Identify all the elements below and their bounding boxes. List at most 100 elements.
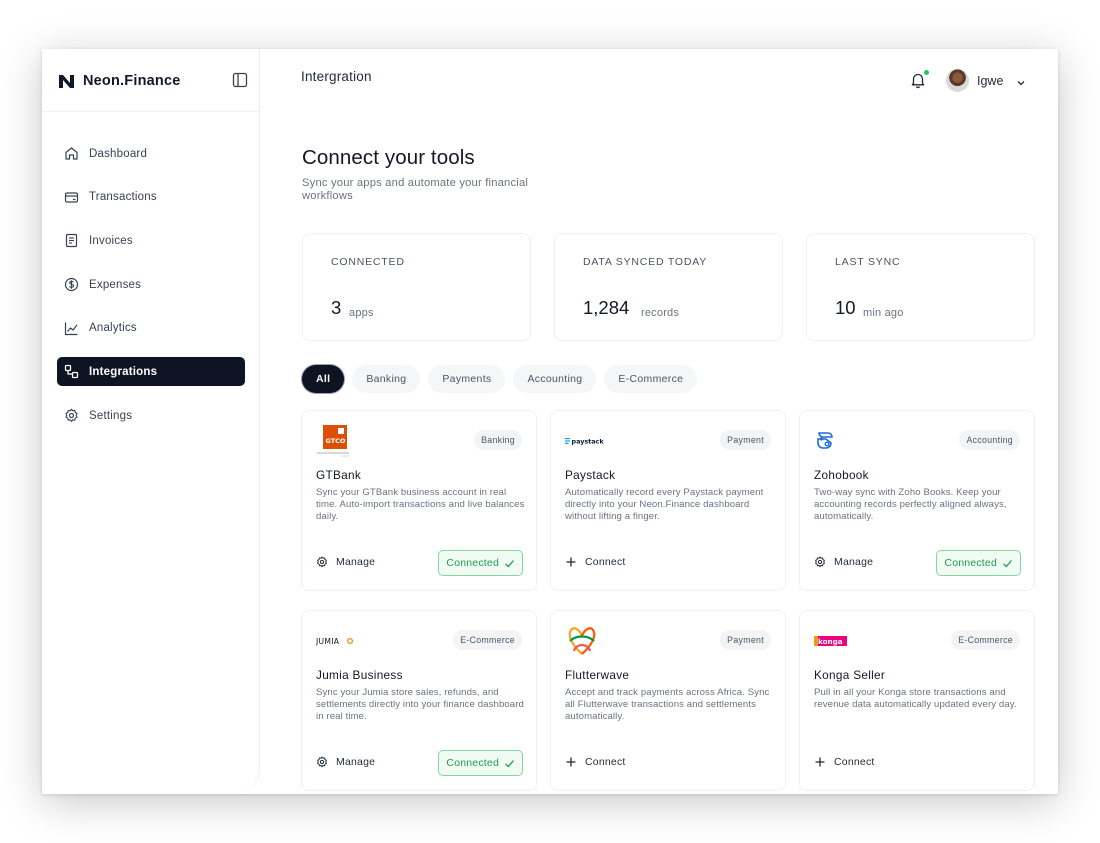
filter-payments[interactable]: Payments: [428, 365, 506, 393]
section-subheading: Sync your apps and automate your financi…: [302, 177, 529, 202]
jumia-logo: JUMIA: [316, 625, 356, 657]
category-badge: Banking: [474, 430, 522, 450]
sidebar-item-transactions[interactable]: Transactions: [57, 183, 245, 212]
gear-icon: [814, 556, 826, 568]
check-icon: [1003, 559, 1012, 567]
filter-banking[interactable]: Banking: [352, 365, 421, 393]
stat-label: LAST SYNC: [835, 256, 901, 268]
plus-icon: [814, 756, 826, 768]
card-description: Sync your Jumia store sales, refunds, an…: [316, 687, 524, 722]
plus-icon: [565, 756, 577, 768]
card-description: Two-way sync with Zoho Books. Keep your …: [814, 487, 1007, 522]
card-description: Pull in all your Konga store transaction…: [814, 687, 1017, 710]
stat-card-data-synced: DATA SYNCED TODAY 1,284 records: [554, 233, 783, 341]
filter-all[interactable]: All: [302, 365, 345, 393]
stat-label: DATA SYNCED TODAY: [583, 256, 708, 268]
integration-card-konga: konga E-Commerce Konga Seller Pull in al…: [799, 610, 1035, 791]
sidebar-nav: Dashboard Transactions Invoices Expenses: [57, 139, 245, 445]
neon-logo-icon: [58, 74, 75, 89]
category-badge: E-Commerce: [951, 630, 1020, 650]
chevron-down-icon[interactable]: [1016, 75, 1026, 86]
stat-value: 1,284: [583, 297, 630, 318]
stat-unit: apps: [349, 307, 374, 319]
connect-button[interactable]: Connect: [565, 556, 626, 568]
stat-value: 10: [835, 297, 856, 318]
action-label: Manage: [336, 556, 376, 568]
category-badge: Payment: [720, 430, 771, 450]
connected-status[interactable]: Connected: [438, 750, 523, 776]
sidebar-item-integrations[interactable]: Integrations: [57, 357, 245, 387]
sidebar-item-expenses[interactable]: Expenses: [57, 270, 245, 299]
category-badge: Accounting: [959, 430, 1020, 450]
action-label: Manage: [336, 756, 376, 768]
action-label: Connect: [585, 756, 626, 768]
connected-status[interactable]: Connected: [438, 550, 523, 576]
card-title: Flutterwave: [565, 668, 630, 682]
status-label: Connected: [944, 557, 997, 569]
stat-unit: records: [641, 307, 680, 319]
connected-status[interactable]: Connected: [936, 550, 1021, 576]
filter-accounting[interactable]: Accounting: [513, 365, 597, 393]
status-label: Connected: [446, 757, 499, 769]
sidebar: Neon.Finance Dashboard Transactions Invo…: [42, 49, 260, 794]
connect-button[interactable]: Connect: [814, 756, 875, 768]
sidebar-item-invoices[interactable]: Invoices: [57, 226, 245, 255]
sidebar-divider: [42, 111, 260, 112]
konga-logo-text: konga: [818, 637, 843, 646]
card-description: Sync your GTBank business account in rea…: [316, 487, 525, 522]
sidebar-item-label: Integrations: [89, 365, 158, 378]
integration-card-jumia: JUMIA E-Commerce Jumia Business Sync you…: [301, 610, 537, 791]
sidebar-toggle-icon[interactable]: [232, 72, 248, 88]
sidebar-item-label: Analytics: [89, 322, 137, 335]
manage-button[interactable]: Manage: [814, 556, 873, 568]
plus-icon: [565, 556, 577, 568]
gtbank-logo: GTCO: [316, 425, 350, 457]
category-badge: Payment: [720, 630, 771, 650]
gear-icon: [64, 408, 79, 423]
stat-label: CONNECTED: [331, 256, 405, 268]
dollar-icon: [64, 277, 79, 292]
brand-name: Neon.Finance: [83, 73, 181, 89]
manage-button[interactable]: Manage: [316, 556, 375, 568]
brand[interactable]: Neon.Finance: [58, 71, 180, 91]
paystack-logo-text: paystack: [572, 438, 605, 446]
gear-icon: [316, 756, 328, 768]
integration-card-gtbank: GTCO Banking GTBank Sync your GTBank bus…: [301, 410, 537, 591]
stat-value: 3: [331, 297, 342, 318]
card-description: Automatically record every Paystack paym…: [565, 487, 764, 522]
flutterwave-logo-icon: [565, 625, 599, 657]
app-window: Neon.Finance Dashboard Transactions Invo…: [42, 49, 1058, 794]
sidebar-item-settings[interactable]: Settings: [57, 401, 245, 430]
category-badge: E-Commerce: [453, 630, 522, 650]
sidebar-item-label: Dashboard: [89, 147, 148, 160]
notification-dot: [924, 70, 929, 75]
sidebar-item-label: Invoices: [89, 234, 133, 247]
card-title: Konga Seller: [814, 668, 886, 682]
action-label: Manage: [834, 556, 874, 568]
sidebar-item-dashboard[interactable]: Dashboard: [57, 139, 245, 168]
page-title: Intergration: [301, 69, 372, 84]
card-title: Jumia Business: [316, 668, 403, 682]
home-icon: [64, 146, 79, 161]
chart-line-icon: [64, 321, 79, 336]
user-name[interactable]: Igwe: [977, 74, 1003, 88]
connect-button[interactable]: Connect: [565, 756, 626, 768]
filter-chips: All Banking Payments Accounting E-Commer…: [302, 365, 705, 393]
konga-logo: konga: [814, 625, 848, 657]
manage-button[interactable]: Manage: [316, 756, 375, 768]
stat-card-connected: CONNECTED 3 apps: [302, 233, 531, 341]
sidebar-item-analytics[interactable]: Analytics: [57, 314, 245, 343]
filter-e-commerce[interactable]: E-Commerce: [604, 365, 698, 393]
avatar[interactable]: [946, 69, 969, 92]
card-title: Paystack: [565, 468, 616, 482]
document-icon: [64, 233, 79, 248]
gtbank-logo-text: GTCO: [326, 437, 346, 445]
integration-card-paystack: paystack Payment Paystack Automatically …: [550, 410, 786, 591]
zohobook-logo-icon: [814, 425, 836, 457]
action-label: Connect: [585, 556, 626, 568]
stat-unit: min ago: [863, 307, 904, 319]
gear-icon: [316, 556, 328, 568]
sidebar-item-label: Settings: [89, 409, 133, 422]
paystack-logo: paystack: [565, 425, 605, 457]
integrations-icon: [64, 364, 79, 379]
